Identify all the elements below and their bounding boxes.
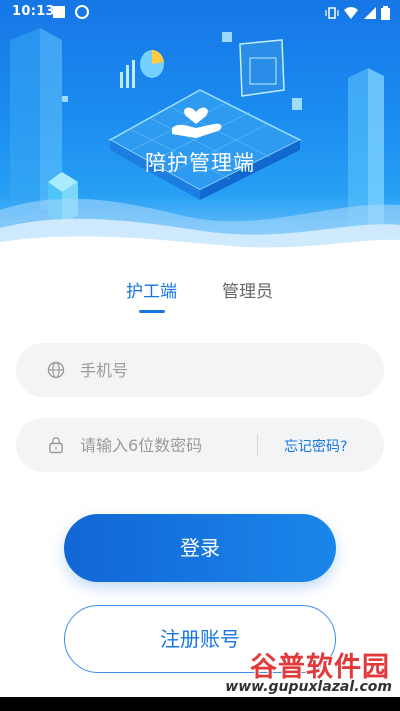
tab-admin[interactable]: 管理员 xyxy=(222,277,273,302)
lock-icon xyxy=(49,437,63,454)
hero-wave xyxy=(0,198,400,260)
status-time: 10:13 xyxy=(12,4,55,19)
phone-field xyxy=(16,343,384,397)
globe-icon xyxy=(47,361,65,379)
navigation-bar xyxy=(0,697,400,711)
tab-caregiver[interactable]: 护工端 xyxy=(126,277,177,302)
status-bar: 10:13 xyxy=(0,0,400,24)
hero-banner: 10:13 陪护管理端 xyxy=(0,0,400,260)
wifi-icon xyxy=(343,6,358,19)
vibrate-icon xyxy=(324,6,339,19)
password-input[interactable] xyxy=(80,418,245,472)
watermark-url: www.gupuxlazal.com xyxy=(225,679,392,695)
role-tabs: 护工端 管理员 xyxy=(0,277,400,317)
field-divider xyxy=(257,434,258,456)
login-button[interactable]: 登录 xyxy=(64,514,336,582)
watermark: 谷普软件园 www.gupuxlazal.com xyxy=(212,645,394,699)
phone-input[interactable] xyxy=(80,343,370,397)
notification-square-icon xyxy=(53,6,65,18)
signal-icon xyxy=(363,6,376,19)
battery-icon xyxy=(381,5,390,20)
sync-icon xyxy=(75,5,89,19)
password-field: 忘记密码? xyxy=(16,418,384,472)
active-tab-indicator xyxy=(139,310,165,313)
forgot-password-link[interactable]: 忘记密码? xyxy=(284,436,347,456)
status-icons xyxy=(324,5,390,20)
